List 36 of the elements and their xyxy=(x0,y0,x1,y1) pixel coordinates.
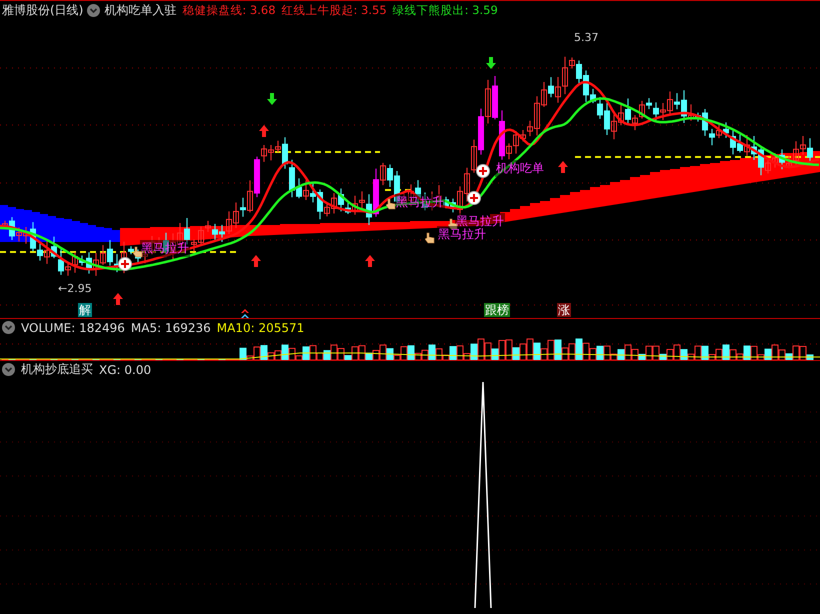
pointing-hand-icon xyxy=(133,246,143,258)
pointing-hand-icon xyxy=(386,198,396,210)
dropdown-icon[interactable] xyxy=(2,321,15,334)
plus-circle-icon xyxy=(118,257,132,271)
pointing-hand-icon xyxy=(448,218,458,230)
up-arrow-icon xyxy=(113,293,123,305)
price-label: 5.37 xyxy=(574,31,598,44)
up-arrow-icon xyxy=(251,255,261,267)
up-arrow-icon xyxy=(365,255,375,267)
volume-value: VOLUME: 182496 xyxy=(21,320,125,334)
indicator-value: 红线上牛股起: 3.55 xyxy=(282,3,387,18)
indicator-name: 机构吃单入驻 xyxy=(104,2,176,19)
indicator-value: 稳健操盘线: 3.68 xyxy=(182,3,276,18)
dropdown-icon[interactable] xyxy=(2,363,15,376)
signal-label: 机构吃单 xyxy=(495,160,545,177)
dropdown-icon[interactable] xyxy=(87,4,100,17)
signal-marker: 解 xyxy=(78,303,92,317)
ma10-value: MA10: 205571 xyxy=(216,320,304,334)
plus-circle-icon xyxy=(476,164,490,178)
plus-circle-icon xyxy=(467,191,481,205)
double-chevron-icon xyxy=(241,309,249,318)
up-arrow-icon xyxy=(558,161,568,173)
price-label: ←2.95 xyxy=(58,282,92,295)
indicator-title: 机构抄底追买 xyxy=(21,361,93,378)
up-arrow-icon xyxy=(259,125,269,137)
signal-label: 黑马拉升 xyxy=(437,226,487,243)
down-arrow-icon xyxy=(486,57,496,69)
ma5-value: MA5: 169236 xyxy=(130,320,211,334)
signal-label: 黑马拉升 xyxy=(395,194,445,211)
stock-title: 雅博股份(日线) xyxy=(2,2,84,19)
indicator-value: 绿线下熊股出: 3.59 xyxy=(392,3,498,18)
signal-marker: 跟榜 xyxy=(484,303,510,317)
down-arrow-icon xyxy=(267,93,277,105)
pointing-hand-icon xyxy=(425,232,435,244)
xg-value: XG: 0.00 xyxy=(99,362,152,376)
signal-marker: 涨 xyxy=(557,303,571,317)
